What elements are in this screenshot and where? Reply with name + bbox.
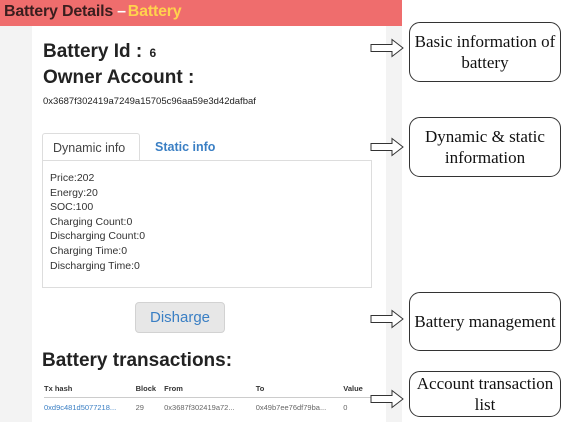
col-from: From bbox=[164, 382, 256, 398]
battery-details-screenshot: Battery Details – Battery Battery Id : 6 O… bbox=[0, 0, 402, 422]
info-energy: Energy:20 bbox=[50, 186, 98, 199]
info-soc: SOC:100 bbox=[50, 201, 94, 214]
owner-account-address: 0x3687f302419a7249a15705c96aa59e3d42dafb… bbox=[43, 96, 256, 107]
battery-card: Battery Id : 6 Owner Account : 0x3687f30… bbox=[32, 26, 386, 422]
battery-id-label: Battery Id : bbox=[43, 41, 143, 62]
col-to: To bbox=[255, 382, 344, 398]
tx-from: 0x3687f302419a72... bbox=[164, 403, 235, 412]
col-tx-hash: Tx hash bbox=[44, 382, 136, 398]
table-header-row: Tx hash Block From To Value bbox=[44, 382, 384, 398]
battery-id-value: 6 bbox=[149, 46, 157, 60]
info-charging-count: Charging Count:0 bbox=[50, 215, 133, 228]
callout-dynamic-static: Dynamic & static information bbox=[409, 117, 561, 177]
callout-basic-info: Basic information of battery bbox=[409, 22, 561, 82]
tx-to: 0x49b7ee76df79ba... bbox=[255, 403, 327, 412]
tab-dynamic-info[interactable]: Dynamic info bbox=[42, 133, 140, 161]
battery-id: Battery Id : 6 bbox=[43, 41, 156, 63]
info-discharging-time: Discharging Time:0 bbox=[50, 259, 140, 272]
owner-account-label: Owner Account : bbox=[43, 67, 195, 88]
arrow-right-icon bbox=[370, 389, 404, 409]
callout-battery-management: Battery management bbox=[409, 292, 561, 351]
arrow-right-icon bbox=[370, 309, 404, 329]
callout-transaction-list: Account transaction list bbox=[409, 371, 561, 417]
arrow-right-icon bbox=[370, 137, 404, 157]
dynamic-info-panel: Price:202 Energy:20 SOC:100 Charging Cou… bbox=[42, 160, 372, 288]
dynamic-info-list: Price:202 Energy:20 SOC:100 Charging Cou… bbox=[50, 171, 145, 273]
arrow-right-icon bbox=[370, 38, 404, 58]
table-row[interactable]: 0xd9c481d5077218... 29 0x3687f302419a72.… bbox=[44, 398, 384, 412]
info-tabs: Dynamic info Static info bbox=[42, 133, 372, 161]
title-accent: Battery bbox=[127, 3, 182, 20]
page-title-text: Battery Details bbox=[4, 3, 114, 20]
tx-block: 29 bbox=[135, 403, 144, 412]
info-discharging-count: Discharging Count:0 bbox=[50, 230, 146, 243]
discharge-button[interactable]: Disharge bbox=[135, 302, 225, 333]
transactions-title: Battery transactions: bbox=[42, 350, 233, 371]
transactions-table: Tx hash Block From To Value 0xd9c481d507… bbox=[44, 382, 384, 412]
tab-static-info[interactable]: Static info bbox=[145, 133, 225, 161]
info-charging-time: Charging Time:0 bbox=[50, 244, 128, 257]
title-separator: – bbox=[117, 3, 126, 20]
page-header: Battery Details – Battery bbox=[0, 0, 402, 26]
col-block: Block bbox=[135, 382, 165, 398]
page-title: Battery Details – Battery bbox=[4, 3, 182, 21]
tx-hash-link[interactable]: 0xd9c481d5077218... bbox=[44, 398, 136, 412]
info-price: Price:202 bbox=[50, 172, 95, 184]
